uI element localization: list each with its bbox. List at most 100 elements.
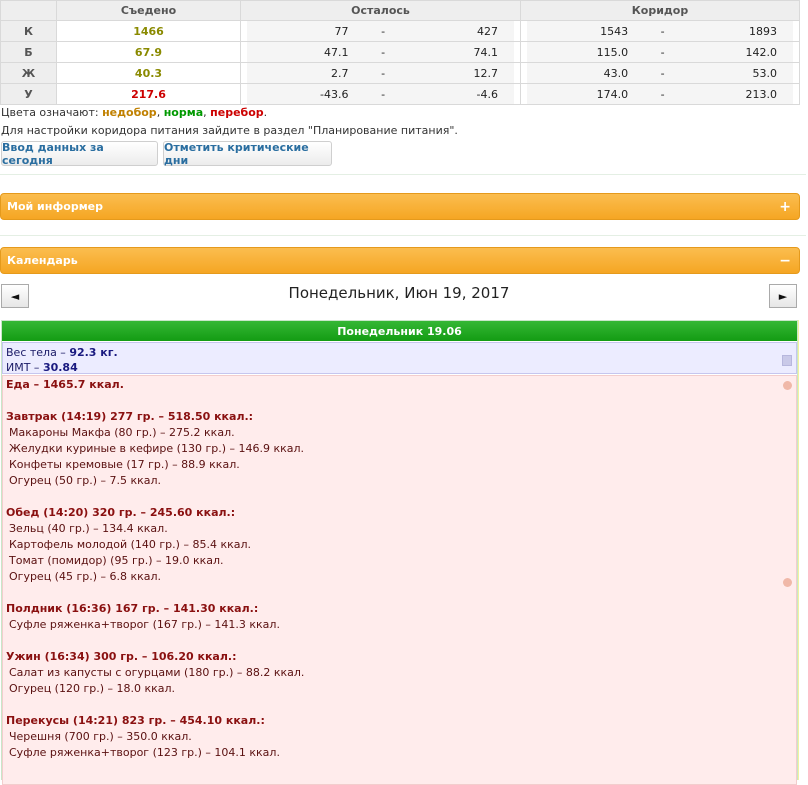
range-dash: - [660, 87, 665, 101]
food-total-value: 1465.7 ккал. [43, 378, 124, 391]
nutrition-table-header: Съедено Осталось Коридор [0, 0, 800, 21]
legend-end: . [263, 106, 268, 119]
eaten-value: 217.6 [56, 83, 241, 105]
corridor-hint: Для настройки коридора питания зайдите в… [1, 124, 458, 137]
left-header: Осталось [240, 0, 521, 21]
eaten-header: Съедено [56, 0, 241, 21]
food-total-line: Еда – 1465.7 ккал. [6, 377, 793, 393]
food-item: Конфеты кремовые (17 гр.) – 88.9 ккал. [9, 458, 240, 471]
left-range-box: 2.7 - 12.7 [247, 63, 514, 83]
corridor-range-box: 115.0 - 142.0 [527, 42, 793, 62]
corridor-max: 142.0 [745, 45, 778, 59]
nutrient-label: Ж [0, 62, 57, 84]
critical-days-button[interactable]: Отметить критические дни [163, 141, 332, 167]
left-arrow-icon: ◄ [10, 289, 20, 303]
range-dash: - [381, 66, 386, 80]
meal-gap [6, 697, 793, 713]
corridor-range-box: 43.0 - 53.0 [527, 63, 793, 83]
weight-block: Вес тела – 92.3 кг. ИМТ – 30.84 [2, 342, 797, 374]
informer-panel-header[interactable]: Мой информер + [0, 193, 800, 220]
meals-list: Завтрак (14:19) 277 гр. – 518.50 ккал.: М… [6, 393, 793, 761]
apple-icon[interactable] [783, 381, 792, 390]
weight-label: Вес тела – [6, 346, 66, 359]
food-item: Желудки куриные в кефире (130 гр.) – 146… [9, 442, 305, 455]
eaten-value: 1466 [56, 20, 241, 42]
food-item: Огурец (50 гр.) – 7.5 ккал. [9, 474, 162, 487]
right-border [798, 320, 799, 780]
corridor-range-box: 1543 - 1893 [527, 21, 793, 41]
expand-icon[interactable]: + [779, 199, 791, 215]
corridor-min: 174.0 [596, 87, 629, 101]
left-min: 2.7 [330, 66, 349, 80]
prev-day-button[interactable]: ◄ [1, 284, 29, 308]
legend-prefix: Цвета означают: [1, 106, 99, 119]
nutrient-label: У [0, 83, 57, 105]
eaten-value: 67.9 [56, 41, 241, 63]
meal-title: Завтрак (14:19) 277 гр. – 518.50 ккал.: [6, 410, 254, 423]
meal-gap [6, 393, 793, 409]
next-day-button[interactable]: ► [769, 284, 797, 308]
nutrition-table: Съедено Осталось Коридор К 1466 77 - 427 1543… [0, 0, 800, 105]
day-card-header: Понедельник 19.06 [2, 321, 797, 341]
food-item: Огурец (120 гр.) – 18.0 ккал. [9, 682, 176, 695]
bmi-value: 30.84 [42, 361, 78, 374]
corridor-max: 213.0 [745, 87, 778, 101]
food-item: Суфле ряженка+творог (123 гр.) – 104.1 к… [9, 746, 280, 759]
food-item: Томат (помидор) (95 гр.) – 19.0 ккал. [9, 554, 224, 567]
weight-line: Вес тела – 92.3 кг. [6, 345, 793, 360]
legend-sep-1: , [156, 106, 161, 119]
calendar-date-title: Понедельник, Июн 19, 2017 [288, 284, 510, 302]
corridor-range: 174.0 - 213.0 [520, 83, 800, 105]
left-range: 47.1 - 74.1 [240, 41, 521, 63]
left-max: 12.7 [473, 66, 498, 80]
nutrition-row: У 217.6 -43.6 - -4.6 174.0 - 213.0 [0, 83, 800, 105]
corridor-min: 43.0 [603, 66, 629, 80]
apple-icon-2[interactable] [783, 578, 792, 587]
range-dash: - [660, 24, 665, 38]
legend-norm: норма [163, 106, 204, 119]
nutrition-row: К 1466 77 - 427 1543 - 1893 [0, 20, 800, 42]
calendar-panel-header[interactable]: Календарь − [0, 247, 800, 274]
weight-value: 92.3 кг. [69, 346, 118, 359]
meal-title: Полдник (16:36) 167 гр. – 141.30 ккал.: [6, 602, 259, 615]
food-item: Зельц (40 гр.) – 134.4 ккал. [9, 522, 168, 535]
range-dash: - [381, 24, 386, 38]
food-total-label: Еда – [6, 378, 40, 391]
enter-today-button[interactable]: Ввод данных за сегодня [1, 141, 158, 167]
left-range: -43.6 - -4.6 [240, 83, 521, 105]
eaten-value: 40.3 [56, 62, 241, 84]
color-legend: Цвета означают: недобор, норма, перебор. [1, 106, 267, 119]
left-range: 2.7 - 12.7 [240, 62, 521, 84]
meal-gap [6, 489, 793, 505]
corridor-header: Коридор [520, 0, 800, 21]
legend-sep-2: , [203, 106, 207, 119]
left-min: -43.6 [319, 87, 349, 101]
meal-title: Обед (14:20) 320 гр. – 245.60 ккал.: [6, 506, 236, 519]
left-range-box: -43.6 - -4.6 [247, 84, 514, 104]
edit-weight-icon[interactable] [782, 355, 792, 366]
nutrition-row: Ж 40.3 2.7 - 12.7 43.0 - 53.0 [0, 62, 800, 84]
nutrient-label: Б [0, 41, 57, 63]
divider [0, 174, 806, 175]
collapse-icon[interactable]: − [779, 253, 791, 269]
corridor-range: 115.0 - 142.0 [520, 41, 800, 63]
bmi-label: ИМТ – [6, 361, 40, 374]
bmi-line: ИМТ – 30.84 [6, 360, 793, 375]
left-range-box: 47.1 - 74.1 [247, 42, 514, 62]
divider-2 [0, 235, 806, 236]
corridor-max: 53.0 [752, 66, 778, 80]
left-max: 427 [476, 24, 498, 38]
food-item: Черешня (700 гр.) – 350.0 ккал. [9, 730, 192, 743]
corridor-range: 43.0 - 53.0 [520, 62, 800, 84]
right-arrow-icon: ► [778, 289, 788, 303]
food-item: Картофель молодой (140 гр.) – 85.4 ккал. [9, 538, 251, 551]
meal-gap [6, 633, 793, 649]
food-item: Суфле ряженка+творог (167 гр.) – 141.3 к… [9, 618, 280, 631]
corridor-min: 115.0 [596, 45, 629, 59]
meal-title: Ужин (16:34) 300 гр. – 106.20 ккал.: [6, 650, 237, 663]
corridor-max: 1893 [749, 24, 778, 38]
range-dash: - [660, 66, 665, 80]
legend-under: недобор [102, 106, 157, 119]
legend-over: перебор [210, 106, 264, 119]
range-dash: - [660, 45, 665, 59]
